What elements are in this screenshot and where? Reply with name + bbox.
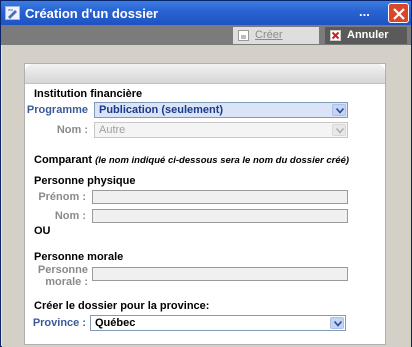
content-area: Institution financière Programme Publica…: [2, 45, 411, 347]
physique-nom-input[interactable]: [92, 209, 348, 223]
personne-morale-label: Personne morale :: [25, 264, 88, 288]
cancel-button[interactable]: Annuler: [325, 27, 407, 44]
create-label: Créer: [255, 29, 283, 41]
cancel-icon: [330, 30, 341, 41]
institution-nom-select[interactable]: Autre: [94, 122, 348, 138]
dialog-window: Création d'un dossier ... Créer Annuler …: [0, 0, 412, 347]
create-button[interactable]: Créer: [233, 27, 319, 44]
toolbar: Créer Annuler: [1, 25, 411, 45]
personne-morale-label-line1: Personne: [37, 264, 88, 276]
personne-morale-input[interactable]: [92, 267, 348, 281]
prenom-input[interactable]: [92, 190, 348, 204]
form-panel: Institution financière Programme Publica…: [24, 63, 386, 345]
comparant-heading: Comparant (le nom indiqué ci-dessous ser…: [34, 154, 349, 166]
province-heading: Créer le dossier pour la province:: [34, 300, 210, 312]
window-title: Création d'un dossier: [25, 6, 159, 21]
close-icon: [393, 8, 405, 20]
province-value: Québec: [95, 317, 136, 329]
comparant-title: Comparant: [34, 154, 93, 166]
or-separator: OU: [34, 225, 51, 237]
programme-select[interactable]: Publication (seulement): [94, 102, 348, 118]
personne-physique-heading: Personne physique: [34, 175, 136, 187]
comparant-note: (le nom indiqué ci-dessous sera le nom d…: [95, 155, 350, 166]
programme-label: Programme: [26, 104, 88, 116]
physique-nom-label: Nom :: [54, 210, 86, 222]
programme-value: Publication (seulement): [99, 104, 224, 116]
close-button[interactable]: [388, 3, 409, 23]
folder-edit-icon: [5, 6, 20, 20]
institution-heading: Institution financière: [34, 88, 143, 100]
institution-nom-value: Autre: [99, 124, 126, 136]
title-ellipsis: ...: [359, 4, 370, 19]
cancel-label: Annuler: [347, 29, 389, 41]
province-label: Province :: [32, 317, 86, 329]
panel-header: [25, 64, 385, 84]
institution-nom-label: Nom :: [56, 124, 88, 136]
personne-morale-heading: Personne morale: [34, 251, 124, 263]
chevron-down-icon: [332, 104, 346, 116]
chevron-down-icon: [332, 124, 346, 136]
chevron-down-icon: [330, 317, 344, 329]
prenom-label: Prénom :: [38, 191, 86, 203]
save-icon: [238, 30, 249, 41]
title-bar[interactable]: Création d'un dossier ...: [1, 1, 411, 25]
province-select[interactable]: Québec: [90, 315, 346, 331]
personne-morale-label-line2: morale :: [45, 276, 88, 288]
